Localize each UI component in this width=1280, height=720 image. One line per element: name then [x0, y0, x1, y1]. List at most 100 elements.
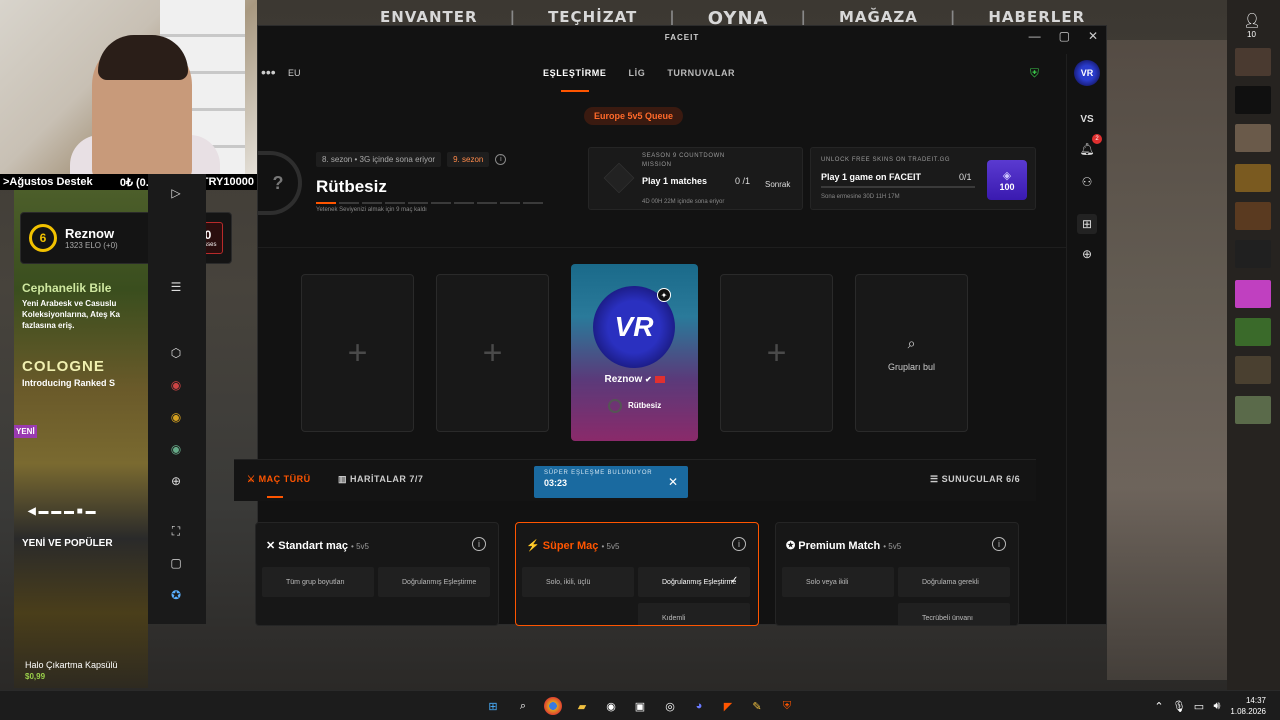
mode-card-super[interactable]: ⚡ Süper Maç • 5v5 i Solo, ikili, üçlü Do…: [515, 522, 759, 626]
premier-icon[interactable]: ⬡: [167, 344, 185, 362]
star-icon[interactable]: ✪: [167, 586, 185, 604]
folder-icon[interactable]: ▰: [573, 697, 591, 715]
steam-icon[interactable]: ◉: [602, 697, 620, 715]
party-slot-4[interactable]: +: [720, 274, 833, 432]
match-settings-bar: ⚔ MAÇ TÜRÜ ▥ HARİTALAR 7/7 SÜPER EŞLEŞME…: [234, 459, 1036, 501]
friend-avatar[interactable]: [1235, 240, 1271, 268]
tab-maps[interactable]: ▥ HARİTALAR 7/7: [338, 474, 423, 485]
plus-icon: +: [482, 333, 503, 372]
maximize-icon[interactable]: ▢: [1059, 29, 1070, 43]
editor-icon[interactable]: ✎: [748, 697, 766, 715]
network-icon[interactable]: ▭: [1190, 697, 1208, 715]
search-timer: 03:23: [544, 478, 568, 488]
info-icon[interactable]: i: [992, 537, 1006, 551]
player-card[interactable]: VR ✦ Reznow ✔ Rütbesiz: [571, 264, 698, 441]
start-icon[interactable]: ⊞: [484, 697, 502, 715]
check-icon: ✓: [730, 575, 739, 586]
tray-chevron-icon[interactable]: ⌃: [1150, 697, 1168, 715]
globe-icon[interactable]: ◉: [167, 440, 185, 458]
section-new-popular: YENİ VE POPÜLER: [22, 538, 113, 549]
add-friend-icon[interactable]: ⊕: [1077, 244, 1097, 264]
progress-segment: [408, 202, 428, 204]
mode-card-premium[interactable]: ✪ Premium Match • 5v5 i Solo veya ikili …: [775, 522, 1019, 626]
more-menu-icon[interactable]: •••: [261, 64, 276, 80]
ops-icon[interactable]: ◉: [167, 376, 185, 394]
friend-avatar[interactable]: [1235, 48, 1271, 76]
versus-icon[interactable]: VS: [1077, 109, 1097, 129]
mission-label: SEASON 9 COUNTDOWN MISSION: [642, 153, 725, 168]
info-icon[interactable]: i: [732, 537, 746, 551]
play-icon[interactable]: ▷: [167, 184, 185, 202]
epic-icon[interactable]: ▣: [631, 697, 649, 715]
list-icon[interactable]: ☰: [167, 278, 185, 296]
mission-next[interactable]: Sonrak: [765, 180, 790, 189]
discord-icon[interactable]: ◕: [690, 697, 708, 715]
profile-avatar[interactable]: VR: [1074, 60, 1100, 86]
mic-icon[interactable]: 🎙︎: [1170, 697, 1188, 715]
close-icon[interactable]: ✕: [1088, 29, 1098, 43]
tab-league[interactable]: LİG: [629, 68, 646, 78]
friend-avatar[interactable]: [1235, 356, 1271, 384]
party-slot-2[interactable]: +: [436, 274, 549, 432]
friend-avatar[interactable]: [1235, 396, 1271, 424]
friend-avatar[interactable]: [1235, 280, 1271, 308]
progress-segment: [339, 202, 359, 204]
mode-card-standard[interactable]: ✕ Standart maç • 5v5 i Tüm grup boyutlar…: [255, 522, 499, 626]
player-count-icon[interactable]: 👤︎: [1243, 12, 1261, 29]
carousel-controls[interactable]: ◀ ▬ ▬ ▬ ■ ▬: [28, 506, 96, 517]
friend-avatar[interactable]: [1235, 86, 1271, 114]
medal-icon[interactable]: ◉: [167, 408, 185, 426]
settings-badge-icon[interactable]: ✦: [657, 288, 671, 302]
coin-icon: ◈: [1002, 169, 1012, 182]
mission2-label: UNLOCK FREE SKINS ON TRADEIT.GG: [821, 157, 951, 163]
server-icon: ☰: [930, 474, 939, 484]
faceit-taskbar-icon[interactable]: ◤: [719, 697, 737, 715]
store-cologne-title[interactable]: COLOGNE: [22, 358, 105, 375]
minimize-icon[interactable]: —: [1029, 29, 1041, 43]
mode-title: ✪ Premium Match • 5v5: [786, 540, 902, 552]
mode-title: ⚡ Süper Maç • 5v5: [526, 540, 620, 552]
flag-icon: [654, 375, 665, 383]
friend-avatar[interactable]: [1235, 124, 1271, 152]
player-count: 10: [1247, 30, 1256, 39]
elo-player-name: Reznow: [65, 226, 115, 241]
volume-icon[interactable]: 🔊︎: [1208, 697, 1226, 715]
plus-icon: +: [347, 333, 368, 372]
rank-progress-note: Yetenek Seviyenizi almak için 9 maç kald…: [316, 207, 427, 213]
info-icon[interactable]: i: [472, 537, 486, 551]
shield-icon[interactable]: ⛨: [1030, 66, 1039, 81]
tab-servers[interactable]: ☰ SUNUCULAR 6/6: [930, 474, 1020, 485]
tab-matchmaking[interactable]: EŞLEŞTİRME: [543, 68, 607, 92]
search-status-label: SÜPER EŞLEŞME BULUNUYOR: [544, 470, 653, 476]
search-icon[interactable]: ⌕: [514, 697, 532, 715]
obs-icon[interactable]: ◎: [661, 697, 679, 715]
chrome-icon[interactable]: [544, 697, 562, 715]
windows-taskbar: ⊞ ⌕ ▰ ◉ ▣ ◎ ◕ ◤ ✎ ⛨ ⌃ 🎙︎ ▭ 🔊︎ 14:37 1.08…: [0, 690, 1280, 720]
friend-avatar[interactable]: [1235, 202, 1271, 230]
fullscreen-icon[interactable]: ⛶: [167, 522, 185, 540]
tab-tournaments[interactable]: TURNUVALAR: [667, 68, 735, 78]
friend-avatar[interactable]: [1235, 164, 1271, 192]
season-next[interactable]: 9. sezon: [447, 152, 490, 167]
add-icon[interactable]: ⊕: [167, 472, 185, 490]
briefcase-icon[interactable]: ▢: [167, 554, 185, 572]
mission-card-season[interactable]: SEASON 9 COUNTDOWN MISSION Play 1 matche…: [588, 147, 803, 210]
tab-match-type[interactable]: ⚔ MAÇ TÜRÜ: [247, 474, 311, 498]
clock[interactable]: 14:37 1.08.2026: [1230, 695, 1266, 717]
shield-app-icon[interactable]: ⛨: [778, 697, 796, 715]
friends-icon[interactable]: ⚇: [1077, 172, 1097, 192]
store-item-title[interactable]: Cephanelik Bile: [22, 281, 111, 295]
capsule-name[interactable]: Halo Çıkartma Kapsülü: [25, 660, 118, 670]
mode-feature: Kıdemli: [638, 603, 750, 625]
cancel-search-icon[interactable]: ✕: [668, 475, 678, 489]
reward-amount: 100: [999, 181, 1015, 192]
faceit-topnav: ••• EU EŞLEŞTİRME LİG TURNUVALAR ⛨: [258, 64, 1066, 92]
region-label[interactable]: EU: [288, 68, 301, 78]
find-groups-slot[interactable]: ⌕ Grupları bul: [855, 274, 968, 432]
party-icon[interactable]: ⊞: [1077, 214, 1097, 234]
info-icon[interactable]: i: [495, 154, 507, 165]
mission-card-tradeit[interactable]: UNLOCK FREE SKINS ON TRADEIT.GG Play 1 g…: [810, 147, 1036, 210]
party-slot-1[interactable]: +: [301, 274, 414, 432]
friend-avatar[interactable]: [1235, 318, 1271, 346]
rank-unknown-icon: ?: [258, 151, 302, 215]
